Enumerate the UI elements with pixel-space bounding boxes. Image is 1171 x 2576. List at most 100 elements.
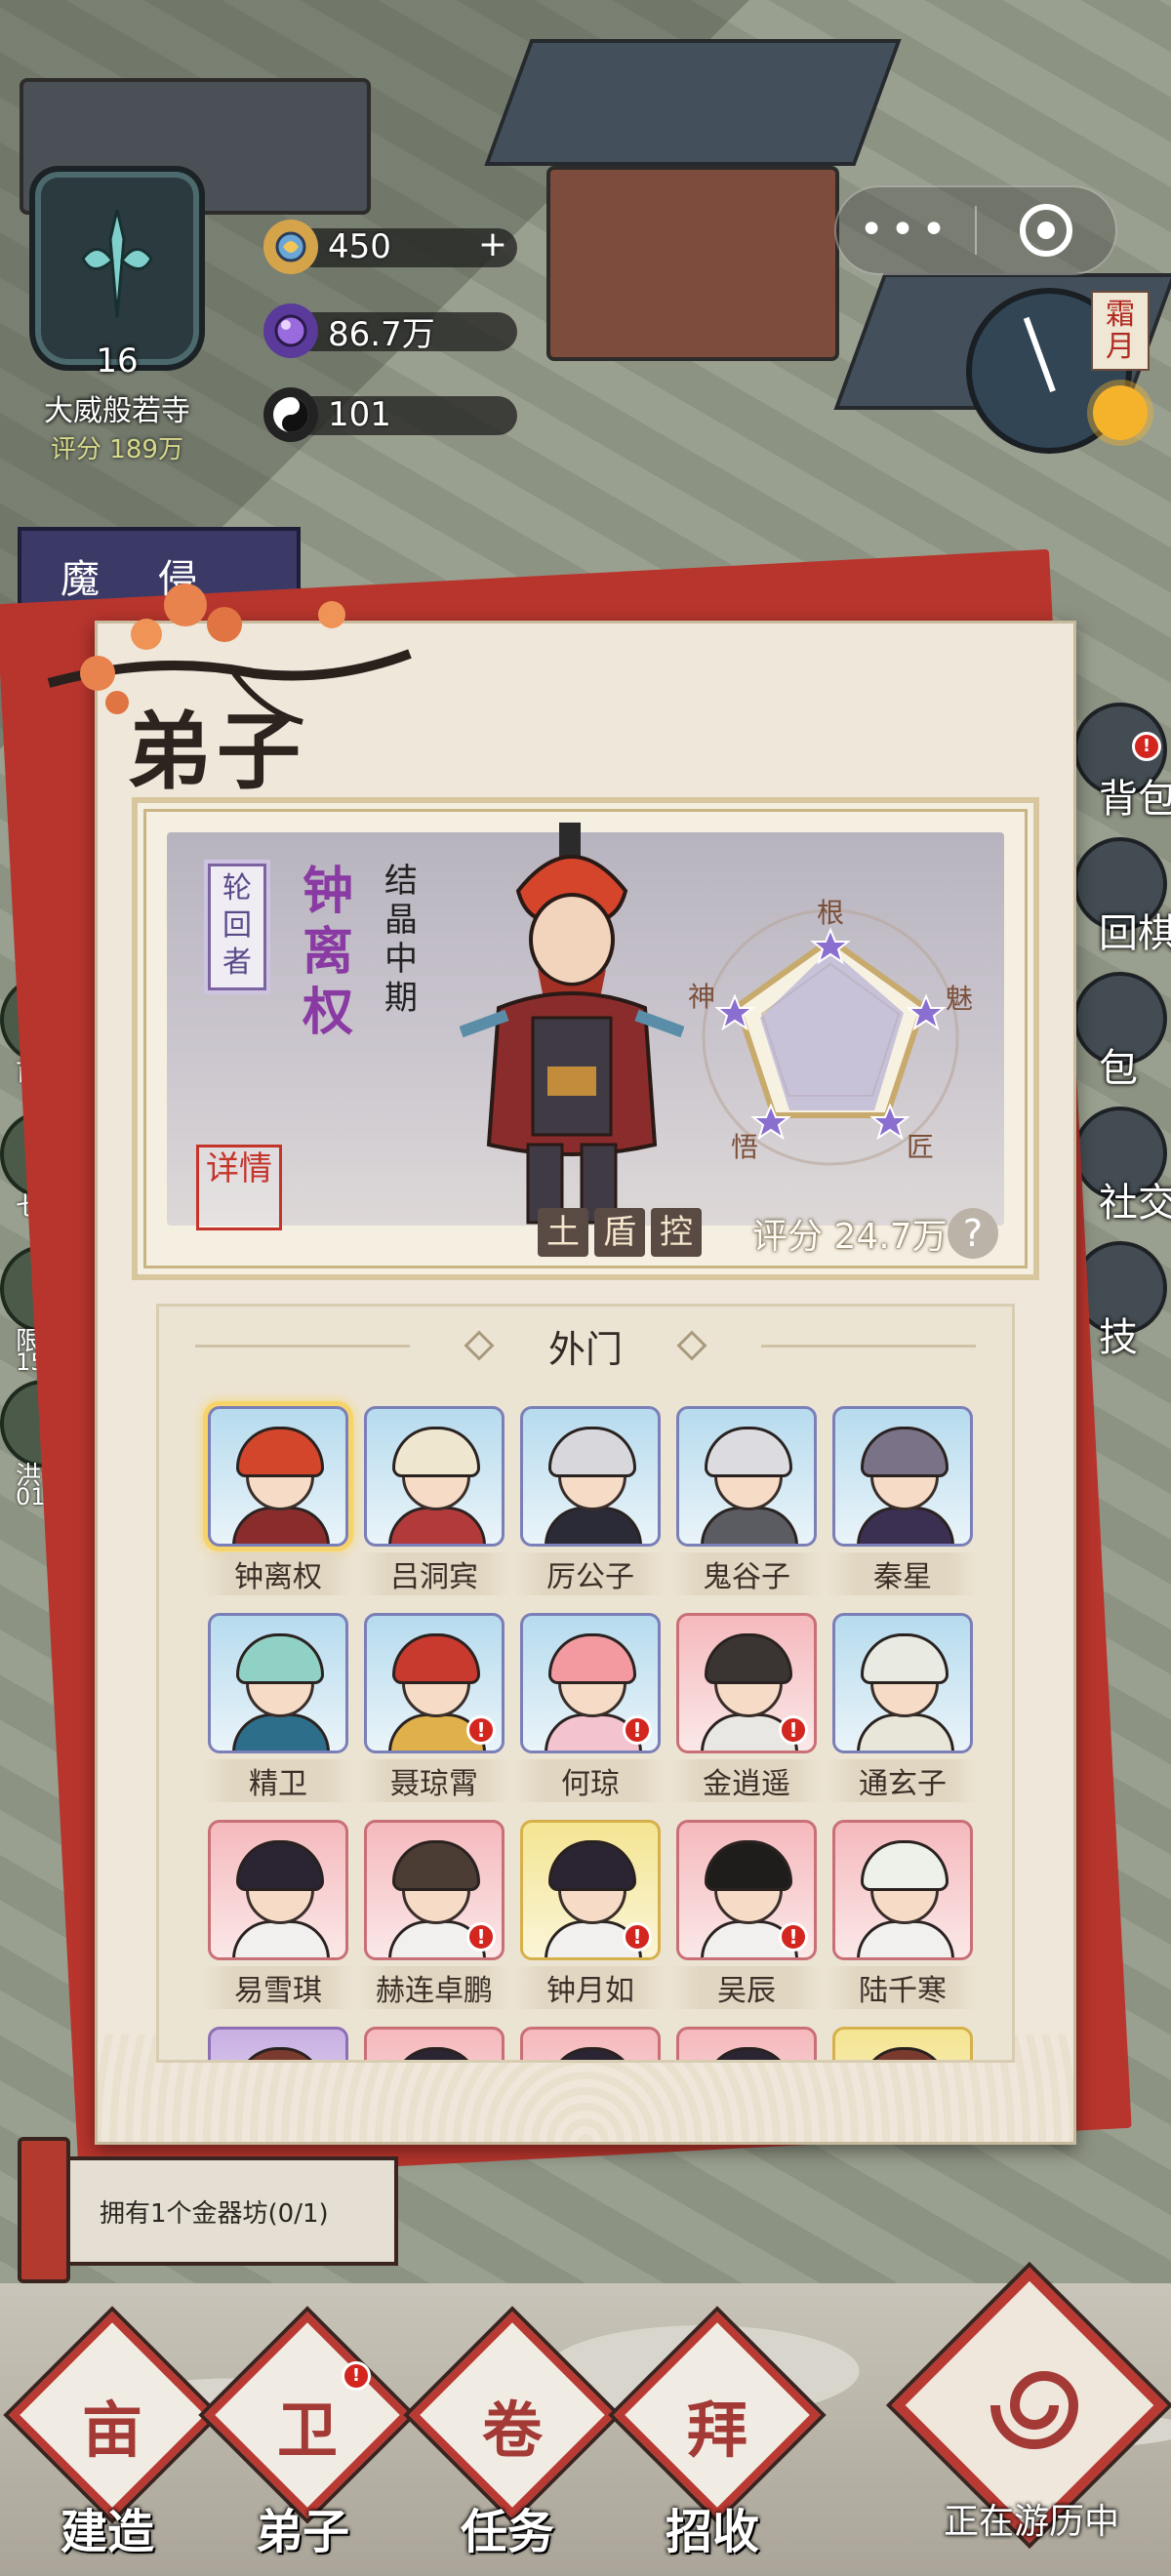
disciple-name: 易雪琪: [202, 1966, 354, 2009]
alert-badge: !: [466, 1922, 496, 1952]
disciple-portrait: [676, 2027, 817, 2060]
disciple-portrait: !: [364, 1613, 505, 1753]
disciple-portrait: [676, 1406, 817, 1547]
disciple-portrait: [832, 1406, 973, 1547]
disciple-card[interactable]: [364, 2027, 505, 2060]
close-miniprogram-button[interactable]: [977, 204, 1115, 257]
disciple-card[interactable]: 钟离权: [202, 1406, 354, 1595]
jade-value: 450: [328, 227, 391, 266]
disciple-card[interactable]: ! 钟月如: [514, 1820, 666, 2009]
task-scroll[interactable]: 拥有1个金器坊(0/1): [18, 2137, 398, 2283]
disciple-card[interactable]: ! 聂琼霄: [358, 1613, 510, 1802]
disciple-portrait: !: [520, 1613, 661, 1753]
alert-badge: !: [466, 1715, 496, 1745]
alert-badge: !: [623, 1922, 652, 1952]
right-menu-social[interactable]: 社交: [1073, 1107, 1171, 1226]
nav-recruit-button[interactable]: 拜 招收: [605, 2311, 822, 2566]
disciple-card[interactable]: 鬼谷子: [670, 1406, 823, 1595]
sun-icon: [1093, 385, 1148, 440]
list-section-title: 外门: [547, 1327, 623, 1371]
nav-label: 任务: [460, 2505, 554, 2559]
disciple-name: 金逍遥: [670, 1759, 823, 1802]
disciple-card[interactable]: 精卫: [202, 1613, 354, 1802]
hero-card: 轮回者 钟离权 结晶中期 详情 土 盾 控 根 魅 匠 悟 神 评分 24.7万…: [132, 797, 1039, 1280]
alert-badge: !: [1132, 732, 1161, 761]
map-building: [546, 166, 839, 361]
disciple-portrait: [520, 1406, 661, 1547]
sect-emblem-icon: [29, 166, 205, 371]
resource-yin-yang[interactable]: 101: [263, 387, 517, 442]
disciple-name: 厉公子: [514, 1552, 666, 1595]
disciple-card[interactable]: [520, 2027, 661, 2060]
resource-spirit-orb[interactable]: 86.7万: [263, 303, 517, 358]
more-options-button[interactable]: •••: [836, 209, 975, 252]
disciple-card[interactable]: ! 金逍遥: [670, 1613, 823, 1802]
disciple-portrait: !: [676, 1820, 817, 1960]
hero-tag: 盾: [594, 1208, 645, 1257]
travel-status: 正在游历中: [943, 2502, 1119, 2542]
nav-disciple-button[interactable]: 卫 弟子 !: [195, 2311, 412, 2566]
disciple-card[interactable]: 吕洞宾: [358, 1406, 510, 1595]
resource-jade[interactable]: 450 +: [263, 220, 517, 274]
alert-badge: !: [623, 1715, 652, 1745]
disciple-portrait: [208, 1613, 348, 1753]
disciple-card[interactable]: 易雪琪: [202, 1820, 354, 2009]
task-scroll-icon: 卷: [481, 2395, 543, 2466]
disciple-card[interactable]: ! 赫连卓鹏: [358, 1820, 510, 2009]
disciple-card[interactable]: 秦星: [827, 1406, 979, 1595]
disciple-list-panel[interactable]: 外门 钟离权 吕洞宾 厉公子 鬼谷子 秦星精卫! 聂琼霄! 何琼! 金逍遥 通玄子易雪琪! 赫连卓…: [156, 1304, 1015, 2063]
right-menu-pack[interactable]: 包: [1073, 972, 1171, 1091]
help-button[interactable]: ?: [948, 1208, 998, 1259]
disciple-name: 聂琼霄: [358, 1759, 510, 1802]
alert-badge: !: [342, 2361, 371, 2391]
disciple-card[interactable]: 通玄子: [827, 1613, 979, 1802]
disciple-portrait: [832, 1613, 973, 1753]
radar-label-top: 根: [817, 897, 844, 929]
nav-label: 建造: [60, 2505, 154, 2559]
right-menu-bag[interactable]: 背包 !: [1073, 703, 1171, 822]
sect-badge[interactable]: 16 大威般若寺 评分 189万: [20, 166, 215, 498]
alert-badge: !: [779, 1715, 808, 1745]
right-menu-chess[interactable]: 回棋局: [1073, 837, 1171, 956]
disciple-name: 赫连卓鹏: [358, 1966, 510, 2009]
yin-yang-value: 101: [328, 395, 391, 434]
clock-hand-icon: [1023, 316, 1056, 393]
disciple-portrait: [208, 2027, 348, 2060]
disciple-card[interactable]: [676, 2027, 817, 2060]
disciple-card[interactable]: 陆千寒: [827, 1820, 979, 2009]
mini-program-capsule: •••: [834, 185, 1117, 275]
disciple-name: 吴辰: [670, 1966, 823, 2009]
hero-tag: 控: [651, 1208, 702, 1257]
nav-label: 招收: [665, 2505, 759, 2559]
disciple-portrait: !: [364, 1820, 505, 1960]
disciple-card[interactable]: [832, 2027, 973, 2060]
disciple-card[interactable]: ! 何琼: [514, 1613, 666, 1802]
disciple-portrait: [364, 1406, 505, 1547]
disciple-portrait: [364, 2027, 505, 2060]
task-text: 拥有1个金器坊(0/1): [66, 2156, 398, 2266]
spirit-orb-icon: [263, 303, 318, 358]
list-header: 外门: [159, 1307, 1012, 1385]
radar-label-left: 神: [688, 981, 715, 1013]
hero-detail-button[interactable]: 详情: [196, 1145, 282, 1230]
add-jade-button[interactable]: +: [473, 224, 512, 264]
disciple-portrait: [520, 2027, 661, 2060]
hero-title-badge: 轮回者: [208, 864, 266, 990]
swirl-travel-icon: [990, 2371, 1079, 2449]
alert-badge: !: [779, 1922, 808, 1952]
disciple-card[interactable]: ! 吴辰: [670, 1820, 823, 2009]
radar-label-bottom-left: 悟: [731, 1131, 758, 1163]
jade-icon: [263, 220, 318, 274]
nav-build-button[interactable]: 亩 建造: [0, 2311, 217, 2566]
disciple-name: 通玄子: [827, 1759, 979, 1802]
disciple-name: 钟月如: [514, 1966, 666, 2009]
travel-button[interactable]: 正在游历中: [883, 2267, 1168, 2576]
dialog-title: 弟子: [127, 703, 306, 801]
disciple-name: 陆千寒: [827, 1966, 979, 2009]
build-icon: 亩: [81, 2395, 142, 2466]
diamond-ornament-icon: [676, 1330, 707, 1361]
disciple-card[interactable]: [208, 2027, 348, 2060]
nav-task-button[interactable]: 卷 任务: [400, 2311, 617, 2566]
disciple-portrait: [832, 2027, 973, 2060]
disciple-card[interactable]: 厉公子: [514, 1406, 666, 1595]
